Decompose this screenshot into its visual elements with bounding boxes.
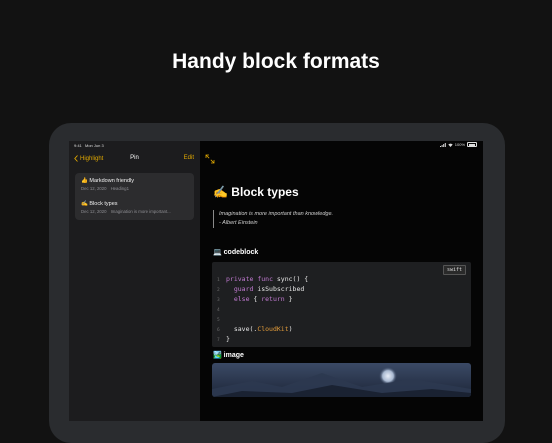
sidebar: 9:41 Mon Jun 3 Highlight Pin Edit 👍 Mark… (69, 141, 200, 421)
line-number: 6 (217, 328, 220, 333)
status-date: Mon Jun 3 (85, 143, 104, 148)
list-item[interactable]: 👍 Markdown friendly Dec 12, 2020 Heading1 (81, 178, 191, 191)
signal-icon (439, 142, 446, 147)
headline: Handy block formats (172, 50, 380, 73)
code-line: 6 save(.CloudKit) (217, 325, 293, 333)
blockquote: Imagination is more important than knowl… (213, 210, 333, 228)
note-title: 👍 Markdown friendly (81, 178, 135, 184)
code-line: 4 (217, 305, 226, 313)
edit-button[interactable]: Edit (184, 155, 194, 161)
quote-text: Imagination is more important than knowl… (219, 211, 334, 217)
status-time: 9:41 (74, 143, 82, 148)
note-date: Dec 12, 2020 (81, 186, 107, 191)
mountain-image-icon (212, 363, 471, 397)
note-date: Dec 12, 2020 (81, 209, 107, 214)
nav-title: Pin (130, 155, 139, 161)
code-block[interactable]: swift 1 private func sync() { 2 guard isS… (212, 262, 471, 347)
battery-icon (467, 142, 477, 147)
codeblock-heading: 💻 codeblock (213, 249, 259, 256)
wifi-icon (448, 143, 453, 147)
ipad-screen: 9:41 Mon Jun 3 Highlight Pin Edit 👍 Mark… (69, 141, 483, 421)
document-title: ✍️ Block types (213, 185, 299, 199)
battery-percent: 100% (454, 142, 465, 147)
line-number: 3 (217, 298, 220, 303)
note-meta: Dec 12, 2020 Imagination is more importan… (81, 209, 191, 214)
note-title: ✍️ Block types (81, 201, 118, 207)
code-line: 1 private func sync() { (217, 275, 309, 283)
line-number: 1 (217, 278, 220, 283)
list-item[interactable]: ✍️ Block types Dec 12, 2020 Imagination i… (81, 201, 191, 214)
expand-icon[interactable] (205, 154, 215, 164)
notes-list: 👍 Markdown friendly Dec 12, 2020 Heading1… (75, 173, 194, 220)
embedded-image[interactable] (212, 363, 471, 397)
status-indicators: 100% (439, 142, 477, 147)
line-number: 7 (217, 338, 220, 343)
code-line: 5 (217, 315, 226, 323)
line-number: 2 (217, 288, 220, 293)
detail-pane: 100% ✍️ Block types Imagination is more … (200, 141, 483, 421)
code-line: 2 guard isSubscribed (217, 285, 305, 293)
line-number: 4 (217, 308, 220, 313)
note-meta: Dec 12, 2020 Heading1 (81, 186, 191, 191)
code-line: 3 else { return } (217, 295, 293, 303)
note-preview: Imagination is more important... (110, 209, 171, 214)
code-line: 7} (217, 335, 230, 343)
quote-author: - Albert Einstein (219, 220, 258, 226)
note-preview: Heading1 (110, 186, 129, 191)
code-language-badge: swift (442, 265, 466, 275)
line-number: 5 (217, 318, 220, 323)
image-heading: 🏞️ image (213, 352, 244, 359)
